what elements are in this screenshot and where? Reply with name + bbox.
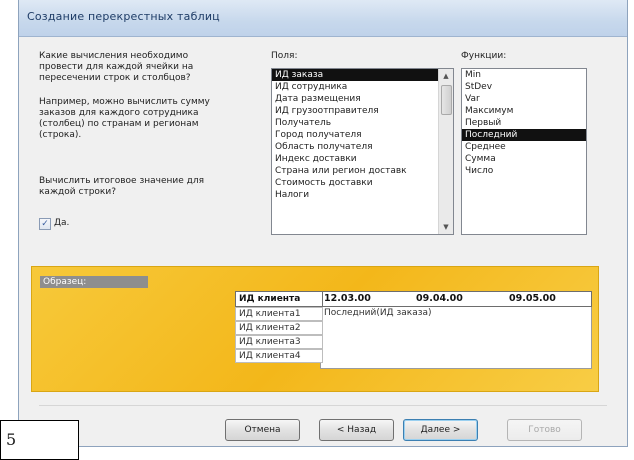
- fields-list-item[interactable]: ИД грузоотправителя: [272, 105, 453, 117]
- fields-list-item[interactable]: Получатель: [272, 117, 453, 129]
- finish-button[interactable]: Готово: [507, 419, 582, 441]
- page-number: 5: [0, 420, 79, 460]
- row-total-checkbox[interactable]: ✓: [39, 218, 51, 230]
- scroll-up-icon[interactable]: ▲: [439, 69, 453, 83]
- cancel-button[interactable]: Отмена: [225, 419, 300, 441]
- fields-list-item[interactable]: Дата размещения: [272, 93, 453, 105]
- functions-list-item[interactable]: Сумма: [462, 153, 586, 165]
- fields-list-item[interactable]: Страна или регион доставк: [272, 165, 453, 177]
- sample-value-cell: Последний(ИД заказа): [324, 308, 432, 318]
- functions-list-item[interactable]: Первый: [462, 117, 586, 129]
- sample-row-header: ИД клиента3: [235, 335, 323, 349]
- sample-row-header-title: ИД клиента: [235, 291, 323, 307]
- fields-list-item[interactable]: Стоимость доставки: [272, 177, 453, 189]
- back-button[interactable]: < Назад: [319, 419, 394, 441]
- sample-row-header: ИД клиента4: [235, 349, 323, 363]
- window-title: Создание перекрестных таблиц: [27, 10, 220, 23]
- fields-label: Поля:: [271, 51, 298, 61]
- sample-column-header-row: 12.03.00 09.04.00 09.05.00: [320, 291, 592, 307]
- functions-list-item[interactable]: Среднее: [462, 141, 586, 153]
- sample-row-header: ИД клиента1: [235, 307, 323, 321]
- sample-label: Образец:: [40, 276, 148, 288]
- row-total-question: Вычислить итоговое значение для каждой с…: [39, 176, 205, 197]
- question-text: Какие вычисления необходимо провести для…: [39, 51, 194, 83]
- example-text: Например, можно вычислить сумму заказов …: [39, 97, 210, 140]
- sample-row-header: ИД клиента2: [235, 321, 323, 335]
- scroll-thumb[interactable]: [441, 85, 452, 115]
- sample-column-header: 09.05.00: [509, 293, 556, 304]
- sample-column-header: 09.04.00: [416, 293, 463, 304]
- sample-column-header: 12.03.00: [324, 293, 371, 304]
- fields-list-item[interactable]: Город получателя: [272, 129, 453, 141]
- functions-list-item[interactable]: Последний: [462, 129, 586, 141]
- functions-list-item[interactable]: Максимум: [462, 105, 586, 117]
- fields-list-item[interactable]: ИД заказа: [272, 69, 453, 81]
- divider: [39, 405, 607, 406]
- title-bar[interactable]: Создание перекрестных таблиц: [19, 0, 627, 37]
- functions-list-item[interactable]: StDev: [462, 81, 586, 93]
- wizard-content: Какие вычисления необходимо провести для…: [25, 37, 621, 441]
- crosstab-wizard-window: Создание перекрестных таблиц Какие вычис…: [18, 0, 628, 447]
- row-total-checkbox-label: Да.: [54, 218, 70, 228]
- scroll-down-icon[interactable]: ▼: [439, 220, 453, 234]
- functions-listbox[interactable]: Min StDev Var Максимум Первый Последний Средне…: [461, 68, 587, 235]
- fields-listbox[interactable]: ИД заказа ИД сотрудника Дата размещения ИД …: [271, 68, 454, 235]
- fields-scrollbar[interactable]: ▲ ▼: [438, 69, 453, 234]
- fields-list-item[interactable]: Индекс доставки: [272, 153, 453, 165]
- functions-list-item[interactable]: Min: [462, 69, 586, 81]
- fields-list-item[interactable]: Область получателя: [272, 141, 453, 153]
- functions-list-item[interactable]: Var: [462, 93, 586, 105]
- fields-list-item[interactable]: ИД сотрудника: [272, 81, 453, 93]
- sample-preview: Образец: 12.03.00 09.04.00 09.05.00 ИД к…: [31, 266, 599, 392]
- fields-list-item[interactable]: Налоги: [272, 189, 453, 201]
- functions-list-item[interactable]: Число: [462, 165, 586, 177]
- functions-label: Функции:: [461, 51, 507, 61]
- next-button[interactable]: Далее >: [403, 419, 478, 441]
